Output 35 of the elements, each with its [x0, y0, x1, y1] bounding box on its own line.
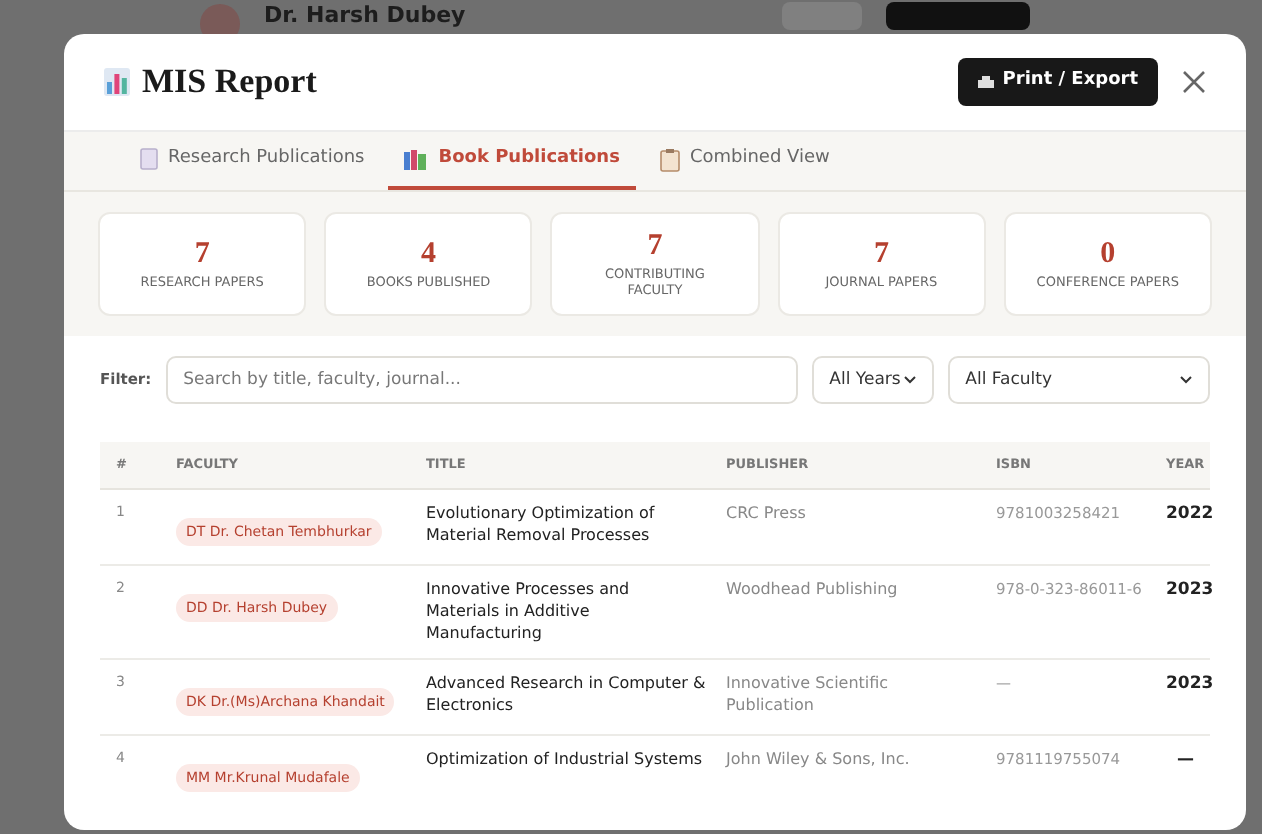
tab[interactable]: Combined View	[643, 132, 846, 190]
chevron-icon	[903, 376, 916, 384]
publisher-cell-text: Woodhead Publishing	[726, 578, 900, 602]
title-cell-text: Innovative Processes and Materials in Additive Manufacturing	[426, 578, 632, 644]
publisher-cell-text: John Wiley & Sons, Inc.	[726, 748, 912, 772]
stat-value: 7	[194, 238, 210, 270]
clipboard-icon	[659, 147, 680, 171]
details-button[interactable]	[886, 2, 1030, 30]
year-cell-text: —	[1175, 748, 1194, 774]
year-cell-text: 2022	[1166, 502, 1214, 528]
print-export-button[interactable]: Print / Export	[958, 58, 1158, 106]
dialog-title: MIS Report	[142, 60, 317, 105]
publisher-cell-text: Innovative Scientific Publication	[726, 672, 891, 718]
faculty-name: Dr. Harsh Dubey	[264, 0, 466, 32]
stat-value: 7	[873, 238, 889, 270]
year-cell-text: 2023	[1166, 578, 1214, 604]
bar-chart-icon	[104, 68, 130, 96]
publisher-cell-text: CRC Press	[726, 502, 808, 526]
close-icon[interactable]	[1182, 70, 1206, 94]
chevron-icon	[1180, 376, 1192, 384]
stat-value: 0	[1100, 238, 1116, 270]
books-icon	[404, 149, 429, 169]
stat-value: 7	[647, 230, 663, 262]
search-field[interactable]: Search by title, faculty, journal...	[165, 356, 798, 404]
title-cell-text: Evolutionary Optimization of Material Removal Processes	[426, 502, 657, 548]
year-cell-text: 2023	[1166, 672, 1214, 698]
printer-icon	[978, 75, 995, 89]
document-icon	[140, 148, 158, 170]
faculty-dropdown[interactable]: All Faculty	[947, 356, 1210, 404]
tab[interactable]: Research Publications	[124, 132, 381, 190]
title-cell-text: Advanced Research in Computer & Electronics	[426, 672, 708, 718]
year-dropdown[interactable]: All Years	[811, 356, 934, 404]
title-cell-text: Optimization of Industrial Systems	[426, 748, 705, 772]
stat-value: 4	[421, 238, 437, 270]
tab[interactable]: Book Publications	[388, 132, 636, 190]
